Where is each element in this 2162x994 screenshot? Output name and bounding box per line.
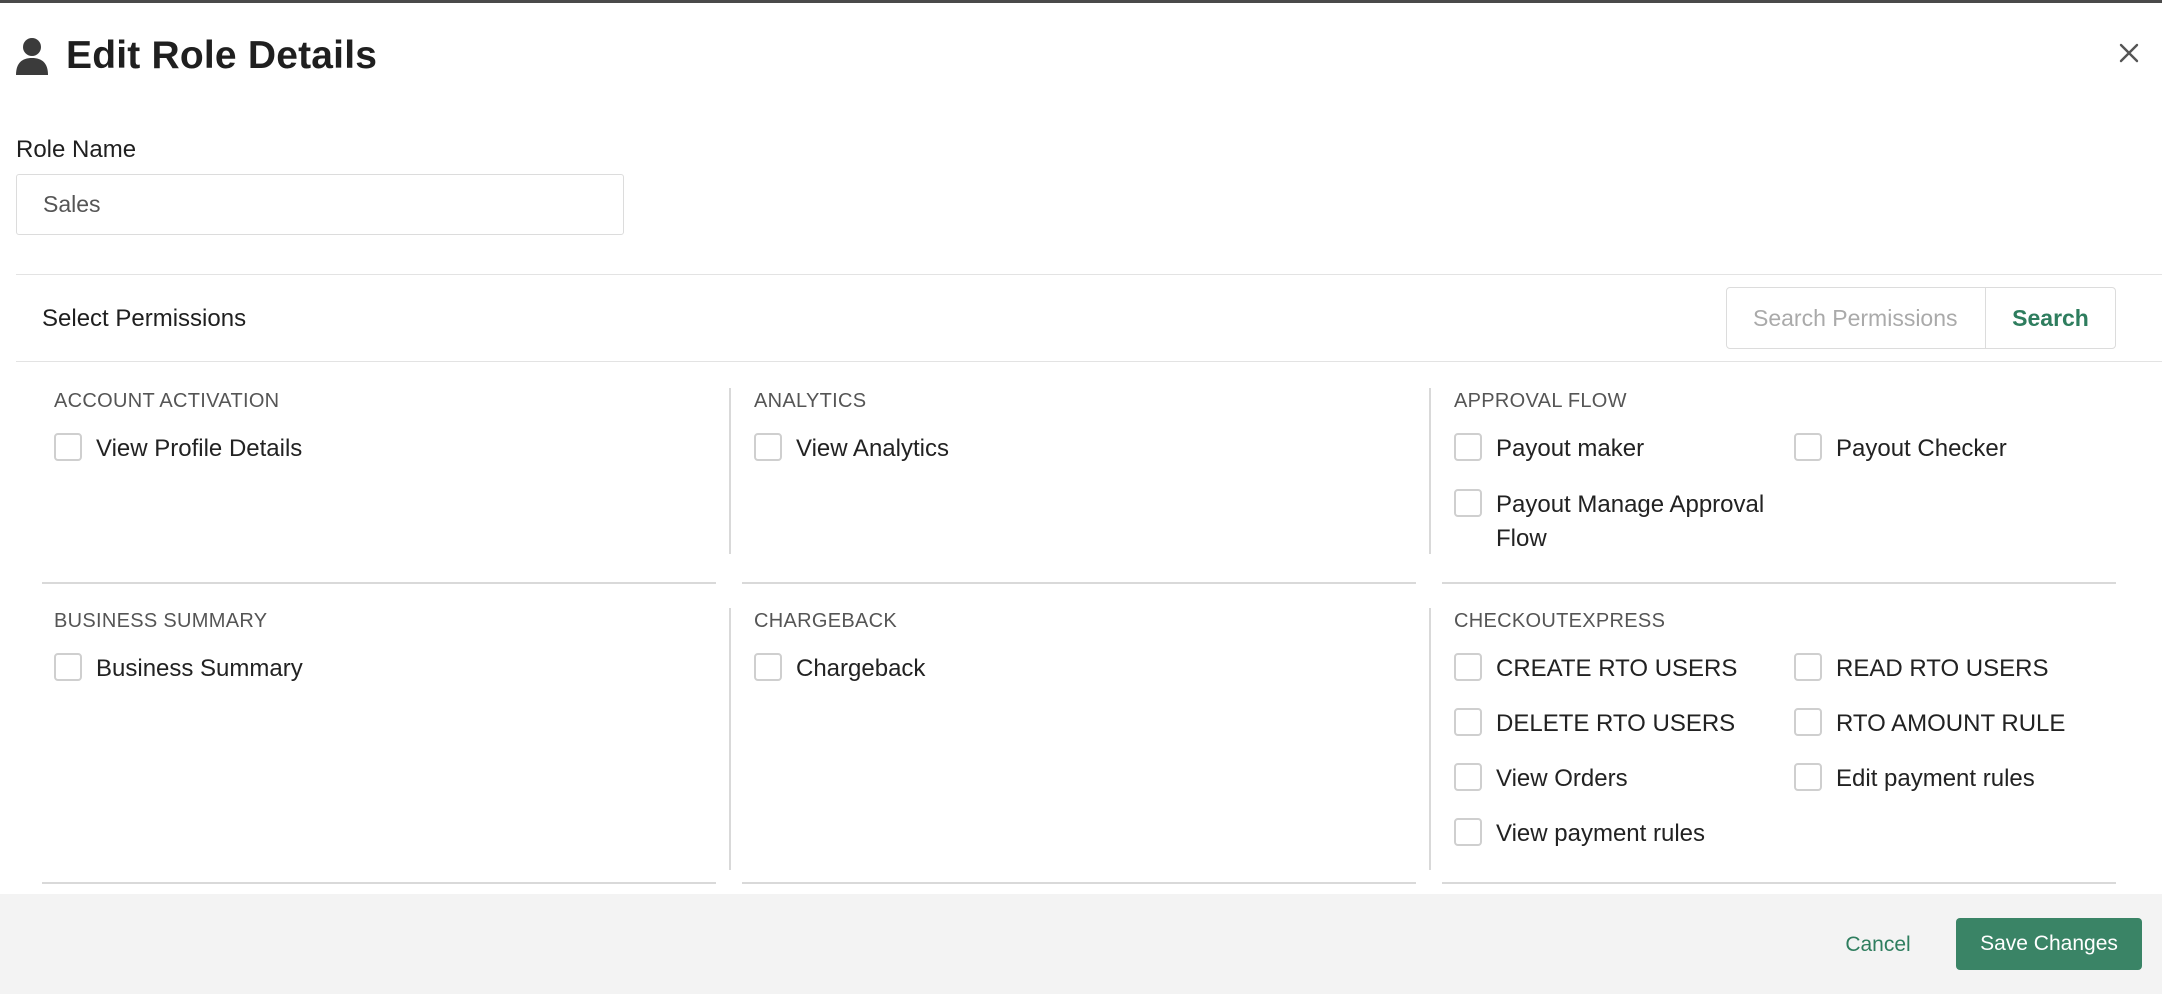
permission-label: Payout Manage Approval Flow [1496, 491, 1765, 552]
checkbox-box[interactable] [1454, 489, 1482, 517]
permission-checkbox[interactable]: Chargeback [754, 652, 925, 686]
permission-label: CREATE RTO USERS [1496, 655, 1738, 682]
checkbox-box[interactable] [1454, 763, 1482, 791]
group-chargeback: CHARGEBACK Chargeback [742, 582, 1414, 882]
group-title: CHECKOUTEXPRESS [1454, 610, 1666, 632]
dialog-header: Edit Role Details [16, 30, 377, 82]
checkbox-box[interactable] [54, 433, 82, 461]
group-title: APPROVAL FLOW [1454, 390, 1627, 412]
checkbox-box[interactable] [1454, 433, 1482, 461]
permission-checkbox[interactable]: Payout maker [1454, 432, 1770, 466]
permission-label: View Orders [1496, 765, 1628, 792]
role-name-input[interactable] [16, 174, 624, 235]
checkbox-box[interactable] [54, 653, 82, 681]
permission-search: Search [1726, 287, 2116, 349]
group-account-activation: ACCOUNT ACTIVATION View Profile Details [42, 362, 714, 562]
checkbox-box[interactable] [754, 433, 782, 461]
search-button[interactable]: Search [1985, 288, 2115, 348]
permission-checkbox[interactable]: CREATE RTO USERS [1454, 652, 1770, 686]
top-rule [0, 0, 2162, 3]
permission-checkbox[interactable]: RTO AMOUNT RULE [1794, 707, 2110, 741]
role-name-label: Role Name [16, 136, 137, 163]
group-business-summary: BUSINESS SUMMARY Business Summary [42, 582, 714, 882]
permission-label: Chargeback [796, 655, 926, 682]
permission-checkbox[interactable]: View Analytics [754, 432, 949, 466]
dialog-footer: Cancel Save Changes [0, 894, 2162, 994]
permission-label: Payout Checker [1836, 435, 2007, 462]
permission-label: RTO AMOUNT RULE [1836, 710, 2066, 737]
group-title: ANALYTICS [754, 390, 867, 412]
permission-label: Business Summary [96, 655, 303, 682]
permission-label: View payment rules [1496, 820, 1705, 847]
permission-checkbox[interactable]: READ RTO USERS [1794, 652, 2110, 686]
permission-groups: ACCOUNT ACTIVATION View Profile Details … [0, 362, 2162, 894]
permission-label: Payout maker [1496, 435, 1645, 462]
permission-checkbox[interactable]: Payout Checker [1794, 432, 2110, 466]
row-divider [1442, 882, 2116, 884]
permission-label: DELETE RTO USERS [1496, 710, 1736, 737]
permission-checkbox[interactable]: Edit payment rules [1794, 762, 2110, 796]
column-divider [729, 388, 731, 554]
permission-label: Edit payment rules [1836, 765, 2035, 792]
checkbox-box[interactable] [1794, 433, 1822, 461]
person-icon [16, 34, 54, 78]
close-button[interactable] [2114, 40, 2144, 70]
row-divider [742, 882, 1416, 884]
column-divider [729, 608, 731, 870]
search-permissions-input[interactable] [1727, 288, 1985, 348]
permission-checkbox[interactable]: Payout Manage Approval Flow [1454, 488, 1770, 556]
save-changes-button[interactable]: Save Changes [1956, 918, 2142, 970]
checkbox-box[interactable] [1454, 653, 1482, 681]
close-icon [2118, 42, 2140, 69]
group-title: ACCOUNT ACTIVATION [54, 390, 280, 412]
checkbox-box[interactable] [1794, 708, 1822, 736]
group-analytics: ANALYTICS View Analytics [742, 362, 1414, 562]
permission-label: View Profile Details [96, 435, 303, 462]
group-approval-flow: APPROVAL FLOW Payout maker Payout Checke… [1442, 362, 2122, 562]
page-title: Edit Role Details [66, 34, 378, 77]
permission-label: View Analytics [796, 435, 949, 462]
cancel-button[interactable]: Cancel [1828, 920, 1928, 970]
checkbox-box[interactable] [1794, 653, 1822, 681]
column-divider [1429, 608, 1431, 870]
permission-checkbox[interactable]: View Orders [1454, 762, 1770, 796]
permission-checkbox[interactable]: DELETE RTO USERS [1454, 707, 1770, 741]
permission-checkbox[interactable]: Business Summary [54, 652, 303, 686]
column-divider [1429, 388, 1431, 554]
permission-checkbox[interactable]: View payment rules [1454, 817, 1770, 851]
permission-checkbox[interactable]: View Profile Details [54, 432, 302, 466]
permissions-header: Select Permissions Search [16, 274, 2162, 362]
group-title: CHARGEBACK [754, 610, 898, 632]
group-checkoutexpress: CHECKOUTEXPRESS CREATE RTO USERS READ RT… [1442, 582, 2122, 882]
checkbox-box[interactable] [1794, 763, 1822, 791]
group-title: BUSINESS SUMMARY [54, 610, 268, 632]
permission-label: READ RTO USERS [1836, 655, 2049, 682]
checkbox-box[interactable] [1454, 818, 1482, 846]
checkbox-box[interactable] [1454, 708, 1482, 736]
row-divider [42, 882, 716, 884]
permissions-title: Select Permissions [42, 305, 247, 332]
checkbox-box[interactable] [754, 653, 782, 681]
